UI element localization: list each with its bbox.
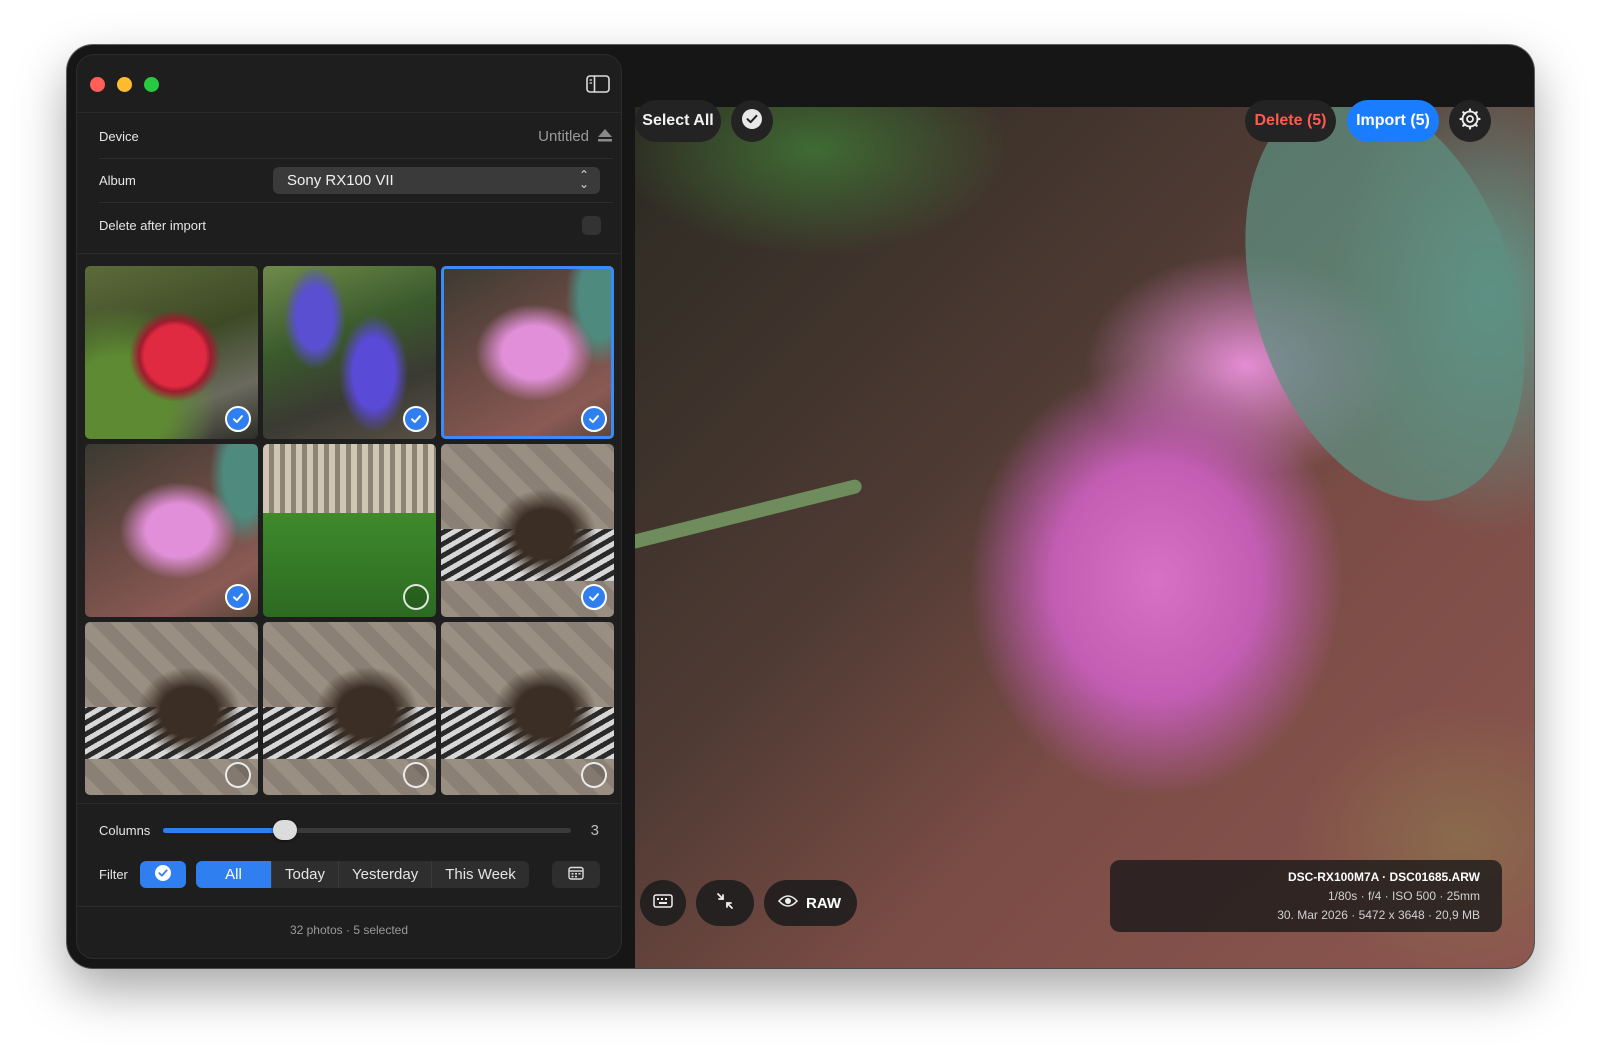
exif-date-size: 30. Mar 2026 · 5472 x 3648 · 20,9 MB <box>1277 908 1480 922</box>
photo-thumbnail-dog-drain[interactable] <box>263 622 436 795</box>
thumbnail-grid <box>85 266 615 795</box>
exif-exposure: 1/80s · f/4 · ISO 500 · 25mm <box>1327 889 1480 903</box>
unselected-circle-icon[interactable] <box>403 584 429 610</box>
filter-label: Filter <box>99 866 128 882</box>
album-select-value: Sony RX100 VII <box>287 172 394 189</box>
device-value: Untitled <box>538 128 589 145</box>
date-filter-segmented-control: All Today Yesterday This Week <box>196 860 529 888</box>
viewer-controls: RAW <box>640 880 857 926</box>
exif-camera-file: DSC-RX100M7A · DSC01685.ARW <box>1287 870 1480 884</box>
delete-after-import-row: Delete after import <box>99 203 613 247</box>
close-window-button[interactable] <box>90 77 105 92</box>
gear-icon <box>1459 107 1481 135</box>
selected-check-icon[interactable] <box>225 584 251 610</box>
calendar-icon <box>568 866 584 883</box>
delete-after-import-label: Delete after import <box>99 217 206 233</box>
filter-option-all[interactable]: All <box>196 860 272 888</box>
filter-option-this-week[interactable]: This Week <box>432 861 529 888</box>
album-select[interactable]: Sony RX100 VII ⌃ ⌄ <box>273 167 600 194</box>
device-row: Device Untitled <box>99 115 613 159</box>
unselected-circle-icon[interactable] <box>581 762 607 788</box>
photo-thumbnail-red-daisy[interactable] <box>85 266 258 439</box>
keyboard-icon <box>653 893 673 913</box>
chevron-updown-icon: ⌃ ⌄ <box>578 168 589 191</box>
arrows-in-icon <box>715 891 735 916</box>
collapse-button[interactable] <box>696 880 754 926</box>
eject-icon[interactable] <box>597 128 613 146</box>
columns-slider-fill <box>163 827 286 833</box>
photo-thumbnail-dog-drain[interactable] <box>441 622 614 795</box>
sidebar-icon <box>586 75 610 97</box>
photo-thumbnail-pink-hyacinth[interactable] <box>85 444 258 617</box>
delete-after-import-checkbox[interactable] <box>582 215 601 235</box>
selected-check-icon[interactable] <box>403 406 429 432</box>
checkmark-circle-icon <box>741 108 763 135</box>
raw-label: RAW <box>806 894 841 912</box>
delete-label: Delete (5) <box>1254 112 1327 129</box>
zoom-window-button[interactable] <box>144 77 159 92</box>
select-all-label: Select All <box>642 112 714 129</box>
sidebar: Device Untitled Album Sony RX100 VII ⌃ ⌄ … <box>76 54 622 959</box>
filter-row: Filter All Today Yesterday This Week <box>99 852 613 896</box>
columns-label: Columns <box>99 822 151 838</box>
checkmark-circle-icon <box>154 864 172 885</box>
divider <box>77 112 621 113</box>
filter-option-yesterday[interactable]: Yesterday <box>339 860 433 888</box>
photo-thumbnail-dog-drain[interactable] <box>441 444 614 617</box>
exif-info-panel: DSC-RX100M7A · DSC01685.ARW 1/80s · f/4 … <box>1110 860 1502 932</box>
sidebar-toggle-button[interactable] <box>586 75 610 98</box>
toggle-selection-button[interactable] <box>731 100 773 142</box>
import-label: Import (5) <box>1356 112 1430 129</box>
album-label: Album <box>99 173 136 188</box>
preview-image[interactable] <box>635 107 1534 968</box>
unselected-circle-icon[interactable] <box>403 762 429 788</box>
delete-button[interactable]: Delete (5) <box>1245 100 1336 142</box>
photo-thumbnail-dog-drain[interactable] <box>85 622 258 795</box>
columns-slider[interactable] <box>163 819 571 840</box>
filter-selected-toggle[interactable] <box>140 860 186 888</box>
selected-check-icon[interactable] <box>581 584 607 610</box>
selected-check-icon[interactable] <box>225 406 251 432</box>
keyboard-shortcuts-button[interactable] <box>640 880 686 926</box>
divider <box>77 253 621 254</box>
filter-option-today[interactable]: Today <box>272 860 340 888</box>
columns-row: Columns 3 <box>99 808 613 852</box>
selected-check-icon[interactable] <box>581 406 607 432</box>
settings-button[interactable] <box>1449 100 1491 142</box>
window-controls <box>90 77 159 92</box>
minimize-window-button[interactable] <box>117 77 132 92</box>
select-all-button[interactable]: Select All <box>635 100 721 142</box>
columns-value: 3 <box>590 821 599 839</box>
status-footer: 32 photos · 5 selected <box>289 923 409 937</box>
app-window: Select All Delete (5) Import (5) RAW DSC… <box>67 45 1534 968</box>
eye-icon <box>777 894 799 912</box>
stem-shape <box>635 478 864 550</box>
columns-slider-knob[interactable] <box>273 819 298 840</box>
raw-toggle-button[interactable]: RAW <box>764 880 857 926</box>
device-label: Device <box>99 129 139 144</box>
photo-thumbnail-pink-hyacinth[interactable] <box>441 266 614 439</box>
photo-thumbnail-grape-hyacinth[interactable] <box>263 266 436 439</box>
unselected-circle-icon[interactable] <box>225 762 251 788</box>
album-row: Album Sony RX100 VII ⌃ ⌄ <box>99 159 613 203</box>
import-button[interactable]: Import (5) <box>1347 100 1439 142</box>
divider <box>77 906 621 907</box>
divider <box>77 803 621 804</box>
leaf-shape <box>1196 107 1534 537</box>
calendar-button[interactable] <box>552 860 600 888</box>
photo-thumbnail-fence-grass[interactable] <box>263 444 436 617</box>
